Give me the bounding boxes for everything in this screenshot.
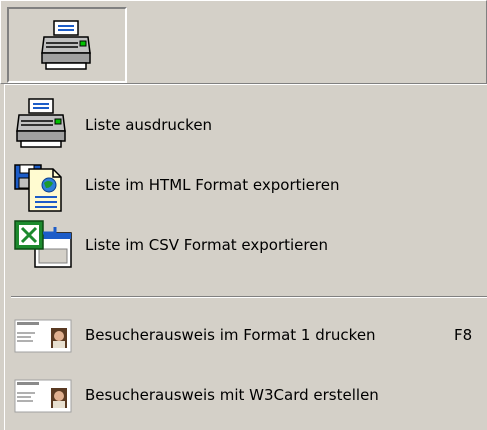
printer-icon [13,97,71,153]
printer-icon [40,19,94,75]
toolbar [0,0,487,84]
menu-item-create-w3card-badge[interactable]: Besucherausweis mit W3Card erstellen [5,366,487,426]
menu-item-print-list[interactable]: Liste ausdrucken [5,95,487,155]
menu-item-label: Besucherausweis im Format 1 drucken [85,326,376,344]
menu-item-label: Liste im HTML Format exportieren [85,176,340,194]
visitor-badge-icon [13,376,73,420]
export-menu: Liste ausdrucken Liste im HTML Format ex… [4,84,487,430]
menu-item-print-visitor-badge-format1[interactable]: Besucherausweis im Format 1 drucken F8 [5,306,487,366]
html-document-icon [13,161,71,217]
menu-item-label: Besucherausweis mit W3Card erstellen [85,386,379,404]
app-root: Liste ausdrucken Liste im HTML Format ex… [0,0,487,430]
menu-item-label: Liste ausdrucken [85,116,213,134]
menu-item-label: Liste im CSV Format exportieren [85,236,328,254]
visitor-badge-icon [13,316,73,360]
menu-item-export-html[interactable]: Liste im HTML Format exportieren [5,155,487,215]
print-toolbar-button[interactable] [7,7,127,83]
menu-item-export-csv[interactable]: Liste im CSV Format exportieren [5,215,487,275]
menu-separator [11,296,487,298]
csv-export-icon [13,219,75,275]
menu-item-shortcut: F8 [454,326,473,344]
